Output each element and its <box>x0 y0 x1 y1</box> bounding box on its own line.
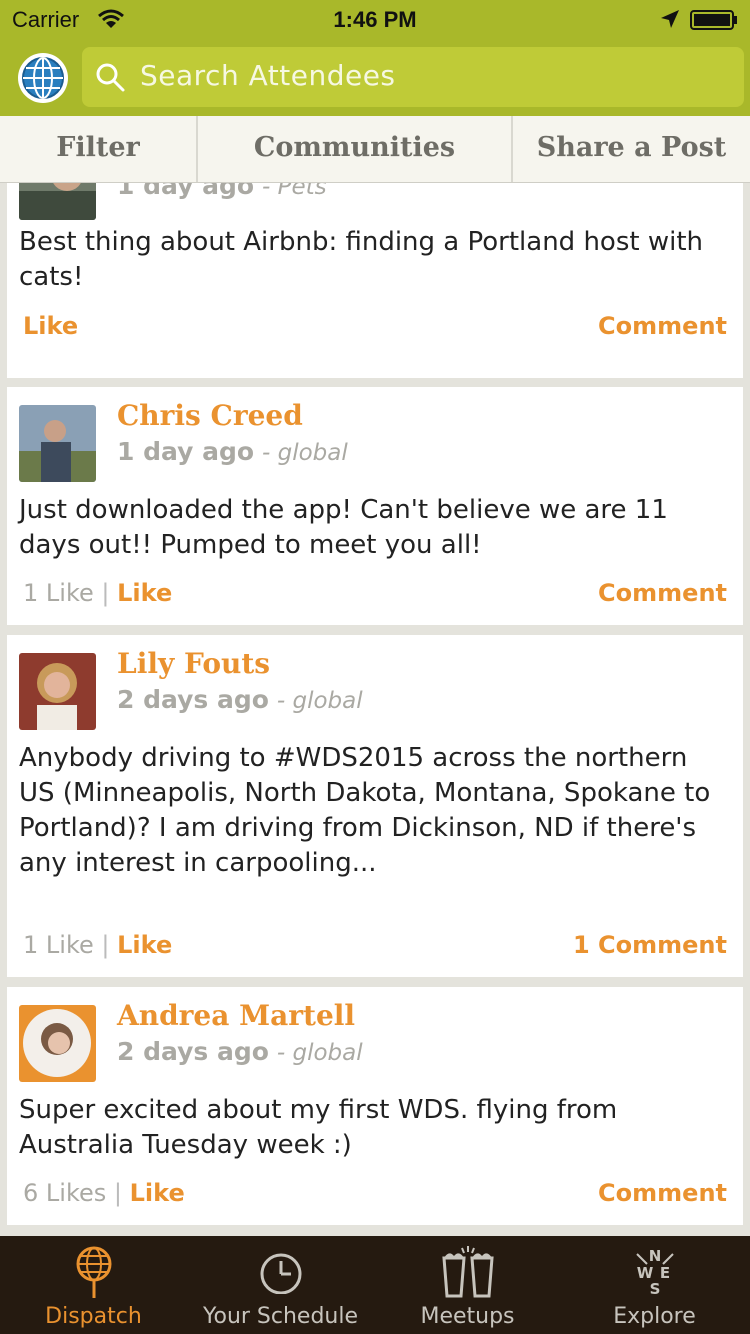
post-meta: 2 days ago - global <box>117 1037 363 1066</box>
avatar[interactable] <box>19 183 96 220</box>
post-community[interactable]: global <box>293 688 363 714</box>
segment-tabs: Filter Communities Share a Post <box>0 116 750 183</box>
svg-text:N: N <box>648 1247 661 1265</box>
battery-icon <box>690 10 737 30</box>
post-meta: 1 day ago - Pets <box>117 183 327 200</box>
like-count: 6 Likes <box>23 1179 107 1207</box>
post-community[interactable]: global <box>293 1040 363 1066</box>
post-card: Chris Creed 1 day ago - global Just down… <box>7 387 743 625</box>
tab-bar: Dispatch Your Schedule Meetups N W E S E… <box>0 1236 750 1334</box>
post-time: 1 day ago <box>117 437 255 466</box>
post-time: 2 days ago <box>117 685 269 714</box>
compass-icon: N W E S <box>635 1247 674 1298</box>
author-name[interactable]: Chris Creed <box>117 399 303 432</box>
tabbar-item-meetups[interactable]: Meetups <box>374 1236 561 1334</box>
post-body: Best thing about Airbnb: finding a Portl… <box>19 227 703 292</box>
post-community[interactable]: Pets <box>278 183 327 200</box>
post-meta: 2 days ago - global <box>117 685 363 714</box>
comment-button[interactable]: Comment <box>598 579 727 607</box>
tab-filter[interactable]: Filter <box>0 116 198 182</box>
post-actions: Like Comment <box>23 312 727 346</box>
globe-button[interactable] <box>18 53 68 103</box>
tabbar-label: Dispatch <box>45 1304 142 1329</box>
tabbar-label: Your Schedule <box>202 1304 359 1329</box>
post-actions: 1 Like | Like Comment <box>23 579 727 607</box>
search-placeholder: Search Attendees <box>140 59 396 92</box>
tabbar-label: Meetups <box>420 1304 515 1329</box>
avatar[interactable] <box>19 1005 96 1082</box>
post-body: Super excited about my first WDS. flying… <box>19 1095 618 1160</box>
status-time: 1:46 PM <box>333 7 417 32</box>
tab-share-a-post[interactable]: Share a Post <box>513 116 750 182</box>
post-community[interactable]: global <box>278 440 348 466</box>
like-button[interactable]: Like <box>117 579 172 607</box>
tabbar-item-your-schedule[interactable]: Your Schedule <box>187 1236 374 1334</box>
tab-communities[interactable]: Communities <box>198 116 513 182</box>
search-icon <box>96 63 125 92</box>
post-time: 2 days ago <box>117 1037 269 1066</box>
like-count: 1 Like <box>23 579 94 607</box>
post-card: Andrea Martell 2 days ago - global Super… <box>7 987 743 1225</box>
comment-button[interactable]: 1 Comment <box>573 931 727 959</box>
avatar[interactable] <box>19 653 96 730</box>
avatar[interactable] <box>19 405 96 482</box>
author-name[interactable]: Lily Fouts <box>117 647 270 680</box>
search-field[interactable]: Search Attendees <box>82 47 744 107</box>
location-arrow-icon <box>661 10 679 28</box>
like-button[interactable]: Like <box>130 1179 185 1207</box>
globe-icon <box>22 57 64 99</box>
tabbar-item-dispatch[interactable]: Dispatch <box>0 1236 187 1334</box>
svg-text:E: E <box>659 1264 669 1282</box>
globe-icon <box>76 1246 111 1298</box>
clock-icon <box>260 1253 301 1294</box>
post-body: Anybody driving to #WDS2015 across the n… <box>19 743 711 878</box>
post-meta: 1 day ago - global <box>117 437 348 466</box>
comment-button[interactable]: Comment <box>598 312 727 340</box>
header-bar: Carrier 1:46 PM Search Attendees <box>0 0 750 116</box>
post-card: Lily Fouts 2 days ago - global Anybody d… <box>7 635 743 977</box>
comment-button[interactable]: Comment <box>598 1179 727 1207</box>
svg-text:S: S <box>649 1280 660 1298</box>
post-actions: 1 Like | Like 1 Comment <box>23 931 727 959</box>
post-card: 1 day ago - Pets Best thing about Airbnb… <box>7 183 743 378</box>
post-time: 1 day ago <box>117 183 255 200</box>
post-actions: 6 Likes | Like Comment <box>23 1179 727 1207</box>
post-body: Just downloaded the app! Can't believe w… <box>19 495 668 560</box>
post-feed[interactable]: 1 day ago - Pets Best thing about Airbnb… <box>0 183 750 1235</box>
author-name[interactable]: Andrea Martell <box>117 999 355 1032</box>
like-count: 1 Like <box>23 931 94 959</box>
tabbar-item-explore[interactable]: N W E S Explore <box>561 1236 748 1334</box>
status-bar: Carrier 1:46 PM <box>0 0 750 40</box>
like-button[interactable]: Like <box>117 931 172 959</box>
beer-glasses-icon <box>441 1246 494 1298</box>
tabbar-label: Explore <box>613 1304 696 1329</box>
like-button[interactable]: Like <box>23 312 78 340</box>
